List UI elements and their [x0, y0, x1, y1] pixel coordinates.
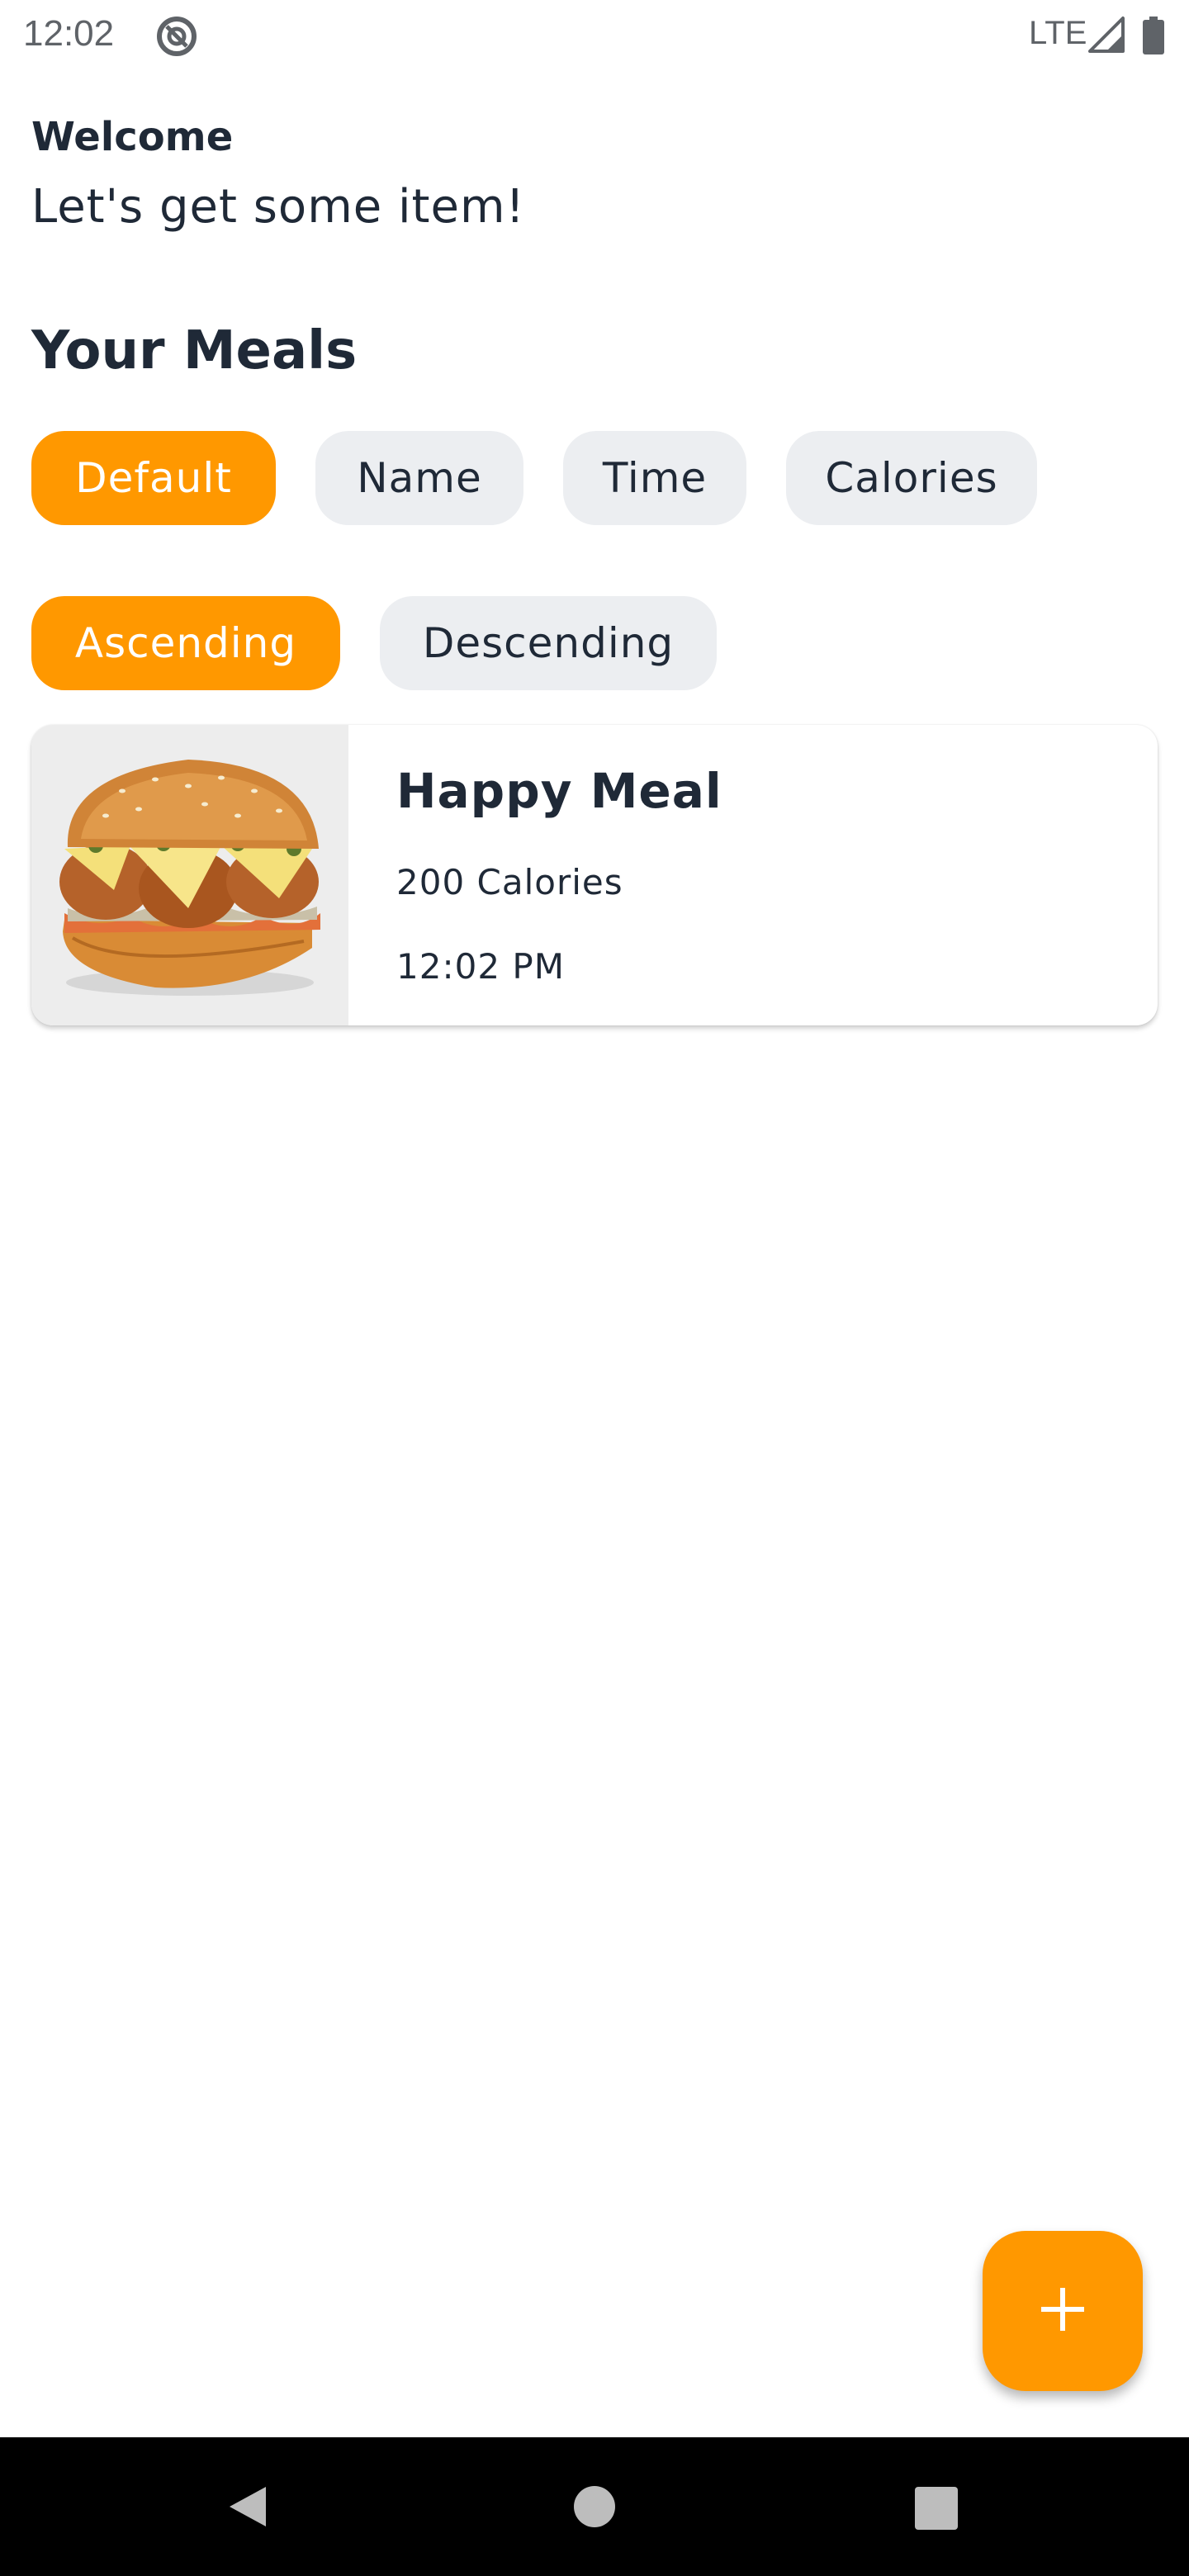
sort-chip-name[interactable]: Name — [315, 431, 523, 525]
app-notification-icon — [155, 15, 198, 58]
status-time: 12:02 — [23, 13, 115, 54]
sort-chip-calories[interactable]: Calories — [786, 431, 1037, 525]
meal-time: 12:02 PM — [396, 946, 565, 987]
section-title: Your Meals — [31, 320, 358, 381]
network-type-label: LTE — [1029, 15, 1087, 51]
sort-chip-time[interactable]: Time — [563, 431, 746, 525]
home-icon[interactable] — [573, 2485, 616, 2531]
meal-name: Happy Meal — [396, 763, 722, 819]
system-nav-bar — [0, 2437, 1189, 2576]
back-icon[interactable] — [225, 2484, 271, 2533]
meal-image — [31, 725, 348, 1025]
battery-icon — [1143, 17, 1164, 54]
sort-chip-default[interactable]: Default — [31, 431, 276, 525]
recents-icon[interactable] — [915, 2487, 958, 2533]
order-chip-ascending[interactable]: Ascending — [31, 596, 340, 690]
meal-calories: 200 Calories — [396, 862, 623, 902]
add-meal-button[interactable] — [983, 2231, 1143, 2391]
signal-icon — [1087, 15, 1126, 54]
meal-card[interactable]: Happy Meal 200 Calories 12:02 PM — [31, 725, 1158, 1025]
welcome-heading: Welcome — [31, 114, 234, 160]
welcome-subtitle: Let's get some item! — [31, 180, 525, 234]
status-bar: 12:02 LTE — [0, 0, 1189, 69]
order-chip-descending[interactable]: Descending — [380, 596, 717, 690]
plus-icon — [1040, 2286, 1086, 2336]
